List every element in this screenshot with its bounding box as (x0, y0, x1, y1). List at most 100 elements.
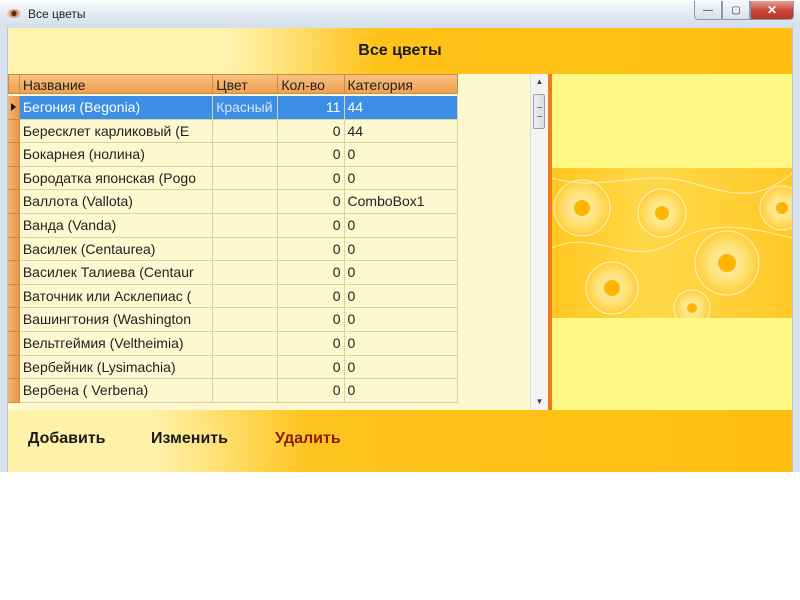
cell-name[interactable]: Бородатка японская (Pogo (19, 166, 214, 191)
column-header-name[interactable]: Название (19, 74, 214, 94)
cell-qty[interactable]: 0 (278, 190, 345, 214)
table-row[interactable]: Василек (Centaurea) 0 0 (8, 237, 458, 262)
grip-icon (537, 107, 542, 117)
cell-color[interactable] (213, 379, 279, 403)
cell-category[interactable]: 0 (344, 261, 458, 285)
row-indicator[interactable] (8, 355, 20, 380)
cell-name[interactable]: Бересклет карликовый (E (19, 119, 214, 144)
cell-color[interactable] (213, 284, 279, 309)
cell-color[interactable] (213, 143, 279, 167)
row-indicator[interactable] (8, 190, 20, 214)
grid-header-row: Название Цвет Кол-во Категория (8, 74, 459, 96)
row-indicator[interactable] (8, 143, 20, 167)
cell-category[interactable]: 0 (344, 166, 458, 191)
table-row[interactable]: Вербена ( Verbena) 0 0 (8, 379, 458, 403)
table-row[interactable]: Бегония (Begonia) Красный 11 44 (8, 96, 458, 120)
table-row[interactable]: Вербейник (Lysimachia) 0 0 (8, 355, 458, 380)
cell-qty[interactable]: 11 (278, 96, 345, 120)
cell-color[interactable] (213, 119, 279, 144)
vertical-scrollbar[interactable]: ▲ ▼ (530, 74, 548, 410)
cell-qty[interactable]: 0 (278, 213, 345, 238)
row-indicator[interactable] (8, 331, 20, 356)
column-header-color[interactable]: Цвет (213, 74, 279, 94)
cell-category[interactable]: 44 (344, 119, 458, 144)
cell-category[interactable]: 0 (344, 331, 458, 356)
cell-category[interactable]: ComboBox1 (344, 190, 458, 214)
cell-qty[interactable]: 0 (278, 355, 345, 380)
app-icon[interactable] (7, 9, 21, 18)
cell-color[interactable] (213, 308, 279, 332)
header-banner: Все цветы (8, 28, 792, 74)
cell-category[interactable]: 0 (344, 308, 458, 332)
row-indicator[interactable] (8, 166, 20, 191)
cell-qty[interactable]: 0 (278, 308, 345, 332)
cell-category[interactable]: 0 (344, 213, 458, 238)
cell-qty[interactable]: 0 (278, 143, 345, 167)
add-button[interactable]: Добавить (28, 430, 106, 448)
cell-color[interactable] (213, 237, 279, 262)
cell-qty[interactable]: 0 (278, 237, 345, 262)
scroll-down-icon[interactable]: ▼ (531, 394, 548, 410)
cell-qty[interactable]: 0 (278, 261, 345, 285)
cell-color[interactable] (213, 190, 279, 214)
cell-category[interactable]: 0 (344, 379, 458, 403)
cell-name[interactable]: Вельтгеймия (Veltheimia) (19, 331, 214, 356)
cell-qty[interactable]: 0 (278, 379, 345, 403)
cell-category[interactable]: 0 (344, 284, 458, 309)
row-indicator[interactable] (8, 213, 20, 238)
cell-category[interactable]: 0 (344, 143, 458, 167)
cell-category[interactable]: 0 (344, 355, 458, 380)
window-border-right (792, 28, 800, 472)
table-row[interactable]: Вашингтония (Washington 0 0 (8, 308, 458, 332)
row-indicator[interactable] (8, 96, 20, 120)
cell-qty[interactable]: 0 (278, 331, 345, 356)
cell-name[interactable]: Бегония (Begonia) (19, 96, 214, 120)
cell-category[interactable]: 0 (344, 237, 458, 262)
row-indicator[interactable] (8, 261, 20, 285)
cell-name[interactable]: Ваточник или Асклепиас ( (19, 284, 214, 309)
cell-color[interactable] (213, 261, 279, 285)
cell-color[interactable]: Красный (213, 96, 279, 120)
cell-name[interactable]: Валлота (Vallota) (19, 190, 214, 214)
cell-color[interactable] (213, 213, 279, 238)
table-row[interactable]: Вельтгеймия (Veltheimia) 0 0 (8, 331, 458, 356)
cell-name[interactable]: Вербейник (Lysimachia) (19, 355, 214, 380)
table-row[interactable]: Ваточник или Асклепиас ( 0 0 (8, 284, 458, 309)
close-button[interactable]: ✕ (750, 1, 794, 20)
cell-name[interactable]: Бокарнея (нолина) (19, 143, 214, 167)
edit-button[interactable]: Изменить (151, 430, 228, 448)
table-row[interactable]: Ванда (Vanda) 0 0 (8, 213, 458, 238)
scroll-up-icon[interactable]: ▲ (531, 74, 548, 90)
scroll-thumb[interactable] (533, 94, 545, 129)
cell-name[interactable]: Василек (Centaurea) (19, 237, 214, 262)
cell-qty[interactable]: 0 (278, 284, 345, 309)
row-indicator[interactable] (8, 284, 20, 309)
cell-color[interactable] (213, 355, 279, 380)
column-header-qty[interactable]: Кол-во (278, 74, 345, 94)
cell-qty[interactable]: 0 (278, 119, 345, 144)
cell-name[interactable]: Вербена ( Verbena) (19, 379, 214, 403)
flowers-grid[interactable]: Название Цвет Кол-во Категория Бегония (… (8, 74, 548, 410)
cell-color[interactable] (213, 166, 279, 191)
delete-button[interactable]: Удалить (275, 430, 341, 448)
cell-name[interactable]: Ванда (Vanda) (19, 213, 214, 238)
cell-category[interactable]: 44 (344, 96, 458, 120)
table-row[interactable]: Василек Талиева (Centaur 0 0 (8, 261, 458, 285)
row-pointer-icon (11, 103, 16, 111)
cell-color[interactable] (213, 331, 279, 356)
cell-name[interactable]: Вашингтония (Washington (19, 308, 214, 332)
minimize-button[interactable]: — (694, 1, 722, 20)
cell-name[interactable]: Василек Талиева (Centaur (19, 261, 214, 285)
table-row[interactable]: Бересклет карликовый (E 0 44 (8, 119, 458, 144)
table-row[interactable]: Бородатка японская (Pogo 0 0 (8, 166, 458, 191)
row-indicator[interactable] (8, 308, 20, 332)
title-bar[interactable]: Все цветы — ▢ ✕ (0, 0, 800, 29)
column-header-category[interactable]: Категория (344, 74, 459, 94)
row-indicator[interactable] (8, 119, 20, 144)
cell-qty[interactable]: 0 (278, 166, 345, 191)
maximize-button[interactable]: ▢ (722, 1, 750, 20)
row-indicator[interactable] (8, 237, 20, 262)
table-row[interactable]: Валлота (Vallota) 0 ComboBox1 (8, 190, 458, 214)
table-row[interactable]: Бокарнея (нолина) 0 0 (8, 143, 458, 167)
row-indicator[interactable] (8, 379, 20, 403)
